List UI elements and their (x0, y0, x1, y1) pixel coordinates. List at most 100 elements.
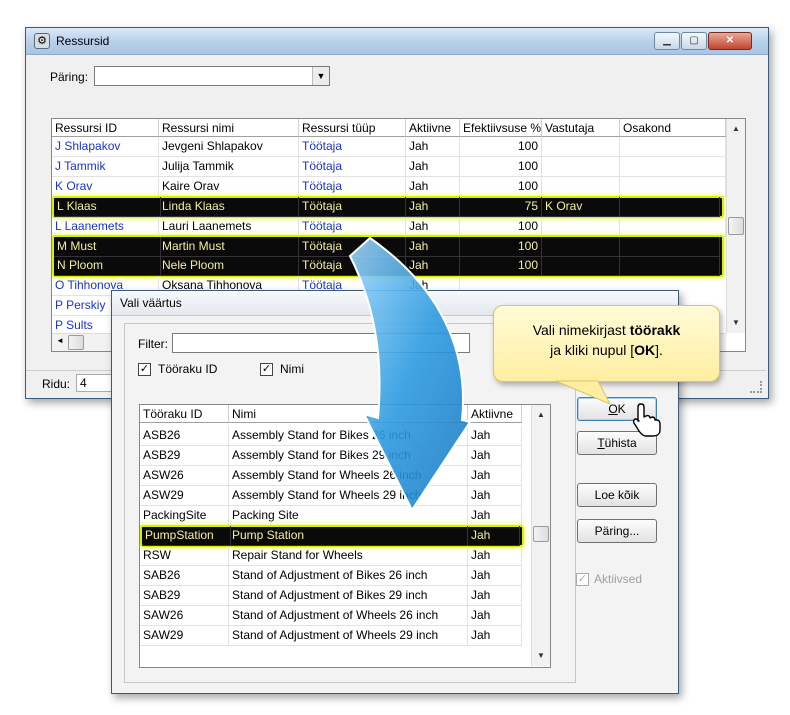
scroll-up-icon[interactable]: ▲ (532, 407, 550, 423)
cell-workcenter-active: Jah (468, 446, 522, 466)
cell-workcenter-name: Packing Site (229, 506, 468, 526)
checkbox-active-label: Aktiivsed (594, 572, 643, 586)
col-header-resource-type[interactable]: Ressursi tüüp (299, 119, 406, 137)
hand-cursor-icon (632, 403, 661, 437)
cell-efficiency: 100 (460, 256, 542, 276)
cell-resource-type: Töötaja (299, 137, 406, 157)
cell-workcenter-active: Jah (468, 426, 522, 446)
cell-responsible: K Orav (542, 197, 620, 217)
cell-workcenter-id: PackingSite (140, 506, 229, 526)
cell-responsible (542, 157, 620, 177)
cell-responsible (542, 237, 620, 257)
grid-vertical-scrollbar[interactable]: ▲ ▼ (726, 119, 745, 333)
chevron-down-icon[interactable]: ▼ (312, 67, 329, 85)
cell-workcenter-active: Jah (468, 486, 522, 506)
highlighted-row[interactable]: L Klaas Linda Klaas Töötaja Jah 75 K Ora… (52, 196, 724, 218)
cell-workcenter-id: ASW29 (140, 486, 229, 506)
cell-resource-name: Jevgeni Shlapakov (159, 137, 299, 157)
scroll-thumb[interactable] (533, 526, 549, 542)
cell-efficiency: 100 (460, 237, 542, 257)
cell-resource-type: Töötaja (299, 237, 406, 257)
col-header-resource-id[interactable]: Ressursi ID (52, 119, 159, 137)
cell-responsible (542, 217, 620, 237)
checkbox-name[interactable]: ✓ (260, 363, 273, 376)
callout-text-2: ja kliki nupul [ (550, 342, 635, 358)
cell-resource-name: Julija Tammik (159, 157, 299, 177)
list-vertical-scrollbar[interactable]: ▲ ▼ (531, 405, 550, 666)
cell-workcenter-id: SAW29 (140, 626, 229, 646)
filter-input[interactable] (172, 333, 470, 353)
cell-resource-id: L Laanemets (52, 217, 159, 237)
col-header-name[interactable]: Nimi (229, 405, 468, 423)
cell-responsible (542, 137, 620, 157)
cell-workcenter-id: ASB29 (140, 446, 229, 466)
col-header-active[interactable]: Aktiivne (468, 405, 522, 423)
cell-department (620, 217, 726, 237)
highlighted-list-item[interactable]: PumpStation Pump Station Jah (140, 525, 524, 547)
ok-label: K (617, 402, 626, 416)
cell-workcenter-name: Stand of Adjustment of Bikes 29 inch (229, 586, 468, 606)
close-button[interactable]: ✕ (708, 32, 752, 50)
resize-grip-icon[interactable] (750, 381, 762, 393)
cell-active: Jah (406, 256, 460, 276)
checkbox-workcenter-id[interactable]: ✓ (138, 363, 151, 376)
cell-workcenter-active: Jah (468, 546, 522, 566)
col-header-responsible[interactable]: Vastutaja (542, 119, 620, 137)
cell-workcenter-id: PumpStation (142, 526, 231, 546)
cell-active: Jah (406, 237, 460, 257)
cell-efficiency: 100 (460, 157, 542, 177)
cell-workcenter-id: ASB26 (140, 426, 229, 446)
highlighted-rows[interactable]: M Must Martin Must Töötaja Jah 100 N Plo… (52, 235, 724, 277)
cell-workcenter-name: Stand of Adjustment of Bikes 26 inch (229, 566, 468, 586)
cell-workcenter-id: SAB29 (140, 586, 229, 606)
app-gear-icon: ⚙ (34, 33, 50, 49)
col-header-efficiency[interactable]: Efektiivsuse % (460, 119, 542, 137)
cell-responsible (542, 177, 620, 197)
cell-department (620, 177, 726, 197)
maximize-button[interactable]: ▢ (681, 32, 707, 50)
rows-count-label: Ridu: (42, 377, 71, 391)
cell-active: Jah (406, 177, 460, 197)
cell-resource-id: J Shlapakov (52, 137, 159, 157)
query-combobox[interactable]: ▼ (94, 66, 330, 86)
minimize-button[interactable]: ▁ (654, 32, 680, 50)
cell-active: Jah (406, 197, 460, 217)
cell-workcenter-active: Jah (468, 606, 522, 626)
callout-bold-2: OK (634, 342, 656, 358)
col-header-resource-name[interactable]: Ressursi nimi (159, 119, 299, 137)
checkbox-active[interactable]: ✓ (576, 573, 589, 586)
checkbox-workcenter-id-label: Tööraku ID (158, 362, 218, 376)
col-header-department[interactable]: Osakond (620, 119, 726, 137)
col-header-workcenter-id[interactable]: Tööraku ID (140, 405, 229, 423)
cancel-accel: T (597, 436, 605, 450)
cell-workcenter-name: Assembly Stand for Wheels 29 inch (229, 486, 468, 506)
scroll-down-icon[interactable]: ▼ (727, 315, 745, 331)
cell-efficiency: 75 (460, 197, 542, 217)
cell-active: Jah (406, 217, 460, 237)
cell-workcenter-active: Jah (468, 506, 522, 526)
cell-workcenter-id: SAB26 (140, 566, 229, 586)
cell-resource-name: Nele Ploom (159, 256, 299, 276)
hscroll-thumb[interactable] (68, 335, 84, 350)
scroll-up-icon[interactable]: ▲ (727, 121, 745, 137)
cell-workcenter-name: Assembly Stand for Wheels 26 inch (229, 466, 468, 486)
cell-responsible (542, 256, 620, 276)
scroll-thumb[interactable] (728, 217, 744, 235)
cell-active: Jah (406, 137, 460, 157)
col-header-active[interactable]: Aktiivne (406, 119, 460, 137)
cell-workcenter-id: SAW26 (140, 606, 229, 626)
cell-workcenter-name: Stand of Adjustment of Wheels 26 inch (229, 606, 468, 626)
cell-department (620, 157, 726, 177)
title-bar[interactable]: ⚙ Ressursid ▁ ▢ ✕ (26, 28, 768, 55)
filter-label: Filter: (138, 337, 168, 351)
scroll-left-icon[interactable]: ◄ (56, 336, 64, 345)
callout-bold-1: töörakk (629, 322, 681, 338)
scroll-down-icon[interactable]: ▼ (532, 648, 550, 664)
cell-resource-name: Linda Klaas (159, 197, 299, 217)
query-button[interactable]: Päring... (577, 519, 657, 543)
load-all-button[interactable]: Loe kõik (577, 483, 657, 507)
cell-resource-type: Töötaja (299, 157, 406, 177)
dialog-title: Vali väärtus (120, 296, 182, 310)
cell-resource-name: Lauri Laanemets (159, 217, 299, 237)
callout-text-3: ]. (655, 342, 663, 358)
